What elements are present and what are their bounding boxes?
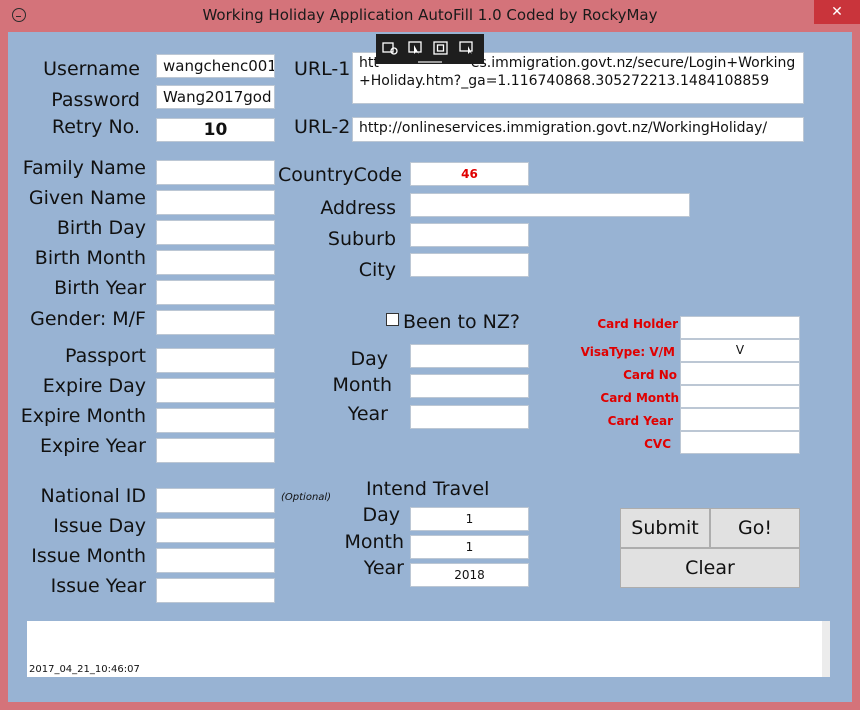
close-button[interactable]: ✕ <box>814 0 860 24</box>
travel-day-input[interactable]: 1 <box>410 507 529 531</box>
birth-month-label: Birth Month <box>34 247 146 269</box>
nz-day-label: Day <box>350 348 388 370</box>
main-form: Username wangchenc001 Password Wang2017g… <box>8 32 852 702</box>
given-name-label: Given Name <box>28 187 146 209</box>
visa-type-input[interactable]: V <box>680 339 800 362</box>
national-id-input[interactable] <box>156 488 275 513</box>
fullscreen-icon[interactable] <box>433 41 449 55</box>
travel-month-input[interactable]: 1 <box>410 535 529 559</box>
birth-day-label: Birth Day <box>56 217 146 239</box>
toolbar-drag-handle[interactable] <box>418 61 442 63</box>
passport-label: Passport <box>65 345 146 367</box>
log-scrollbar[interactable] <box>822 621 830 677</box>
issue-year-label: Issue Year <box>50 575 146 597</box>
log-timestamp: 2017_04_21_10:46:07 <box>29 664 140 675</box>
username-input[interactable]: wangchenc001 <box>156 54 275 78</box>
been-to-nz-checkbox[interactable] <box>386 313 399 326</box>
log-output[interactable]: 2017_04_21_10:46:07 <box>27 621 822 677</box>
url1-visible-rest: es.immigration.govt.nz/secure/Login+Work… <box>470 55 796 71</box>
issue-day-label: Issue Day <box>53 515 146 537</box>
issue-month-input[interactable] <box>156 548 275 573</box>
travel-year-label: Year <box>363 557 404 579</box>
cvc-label: CVC <box>644 437 671 451</box>
birth-year-input[interactable] <box>156 280 275 305</box>
nz-month-label: Month <box>332 374 392 396</box>
url2-label: URL-2 <box>294 116 351 138</box>
given-name-input[interactable] <box>156 190 275 215</box>
card-no-label: Card No <box>623 368 677 382</box>
card-no-input[interactable] <box>680 362 800 385</box>
address-input[interactable] <box>410 193 690 217</box>
submit-button[interactable]: Submit <box>620 508 710 548</box>
suburb-label: Suburb <box>327 228 396 250</box>
passport-input[interactable] <box>156 348 275 373</box>
card-year-label: Card Year <box>607 414 673 428</box>
retry-label: Retry No. <box>51 116 140 138</box>
card-month-label: Card Month <box>600 391 679 405</box>
gender-input[interactable] <box>156 310 275 335</box>
visa-type-label: VisaType: V/M <box>580 345 675 359</box>
suburb-input[interactable] <box>410 223 529 247</box>
family-name-input[interactable] <box>156 160 275 185</box>
overlay-toolbar <box>376 34 484 64</box>
expire-day-label: Expire Day <box>42 375 146 397</box>
optional-note: (Optional) <box>281 492 332 503</box>
nz-day-input[interactable] <box>410 344 529 368</box>
card-holder-input[interactable] <box>680 316 800 339</box>
card-month-input[interactable] <box>680 385 800 408</box>
birth-month-input[interactable] <box>156 250 275 275</box>
issue-month-label: Issue Month <box>31 545 146 567</box>
card-year-input[interactable] <box>680 408 800 431</box>
gender-label: Gender: M/F <box>30 308 146 330</box>
issue-day-input[interactable] <box>156 518 275 543</box>
address-label: Address <box>320 197 396 219</box>
country-code-input[interactable]: 46 <box>410 162 529 186</box>
go-button[interactable]: Go! <box>710 508 800 548</box>
travel-day-label: Day <box>362 504 400 526</box>
password-input[interactable]: Wang2017god <box>156 85 275 109</box>
family-name-label: Family Name <box>22 157 146 179</box>
title-bar[interactable]: Working Holiday Application AutoFill 1.0… <box>0 0 860 32</box>
nz-month-input[interactable] <box>410 374 529 398</box>
birth-day-input[interactable] <box>156 220 275 245</box>
url1-line2: +Holiday.htm?_ga=1.116740868.305272213.1… <box>359 73 770 89</box>
username-label: Username <box>43 58 140 80</box>
issue-year-input[interactable] <box>156 578 275 603</box>
pointer-select-icon[interactable] <box>408 41 424 55</box>
city-input[interactable] <box>410 253 529 277</box>
country-code-label: CountryCode <box>278 164 403 186</box>
expire-year-label: Expire Year <box>40 435 146 457</box>
birth-year-label: Birth Year <box>54 277 146 299</box>
expire-month-input[interactable] <box>156 408 275 433</box>
card-holder-label: Card Holder <box>597 317 678 331</box>
travel-year-input[interactable]: 2018 <box>410 563 529 587</box>
window-title: Working Holiday Application AutoFill 1.0… <box>202 6 658 24</box>
national-id-label: National ID <box>40 485 146 507</box>
city-label: City <box>358 259 396 281</box>
travel-month-label: Month <box>344 531 404 553</box>
expire-year-input[interactable] <box>156 438 275 463</box>
clear-button[interactable]: Clear <box>620 548 800 588</box>
nz-year-label: Year <box>347 403 388 425</box>
window-capture-icon[interactable] <box>459 41 475 55</box>
been-to-nz-label: Been to NZ? <box>403 311 520 333</box>
password-label: Password <box>51 89 140 111</box>
url2-input[interactable]: http://onlineservices.immigration.govt.n… <box>352 117 804 142</box>
retry-input[interactable]: 10 <box>156 118 275 142</box>
url1-label: URL-1 <box>294 58 351 80</box>
nz-year-input[interactable] <box>410 405 529 429</box>
intend-travel-heading: Intend Travel <box>366 478 490 500</box>
window-settings-icon[interactable] <box>382 41 398 55</box>
expire-month-label: Expire Month <box>20 405 146 427</box>
expire-day-input[interactable] <box>156 378 275 403</box>
cvc-input[interactable] <box>680 431 800 454</box>
